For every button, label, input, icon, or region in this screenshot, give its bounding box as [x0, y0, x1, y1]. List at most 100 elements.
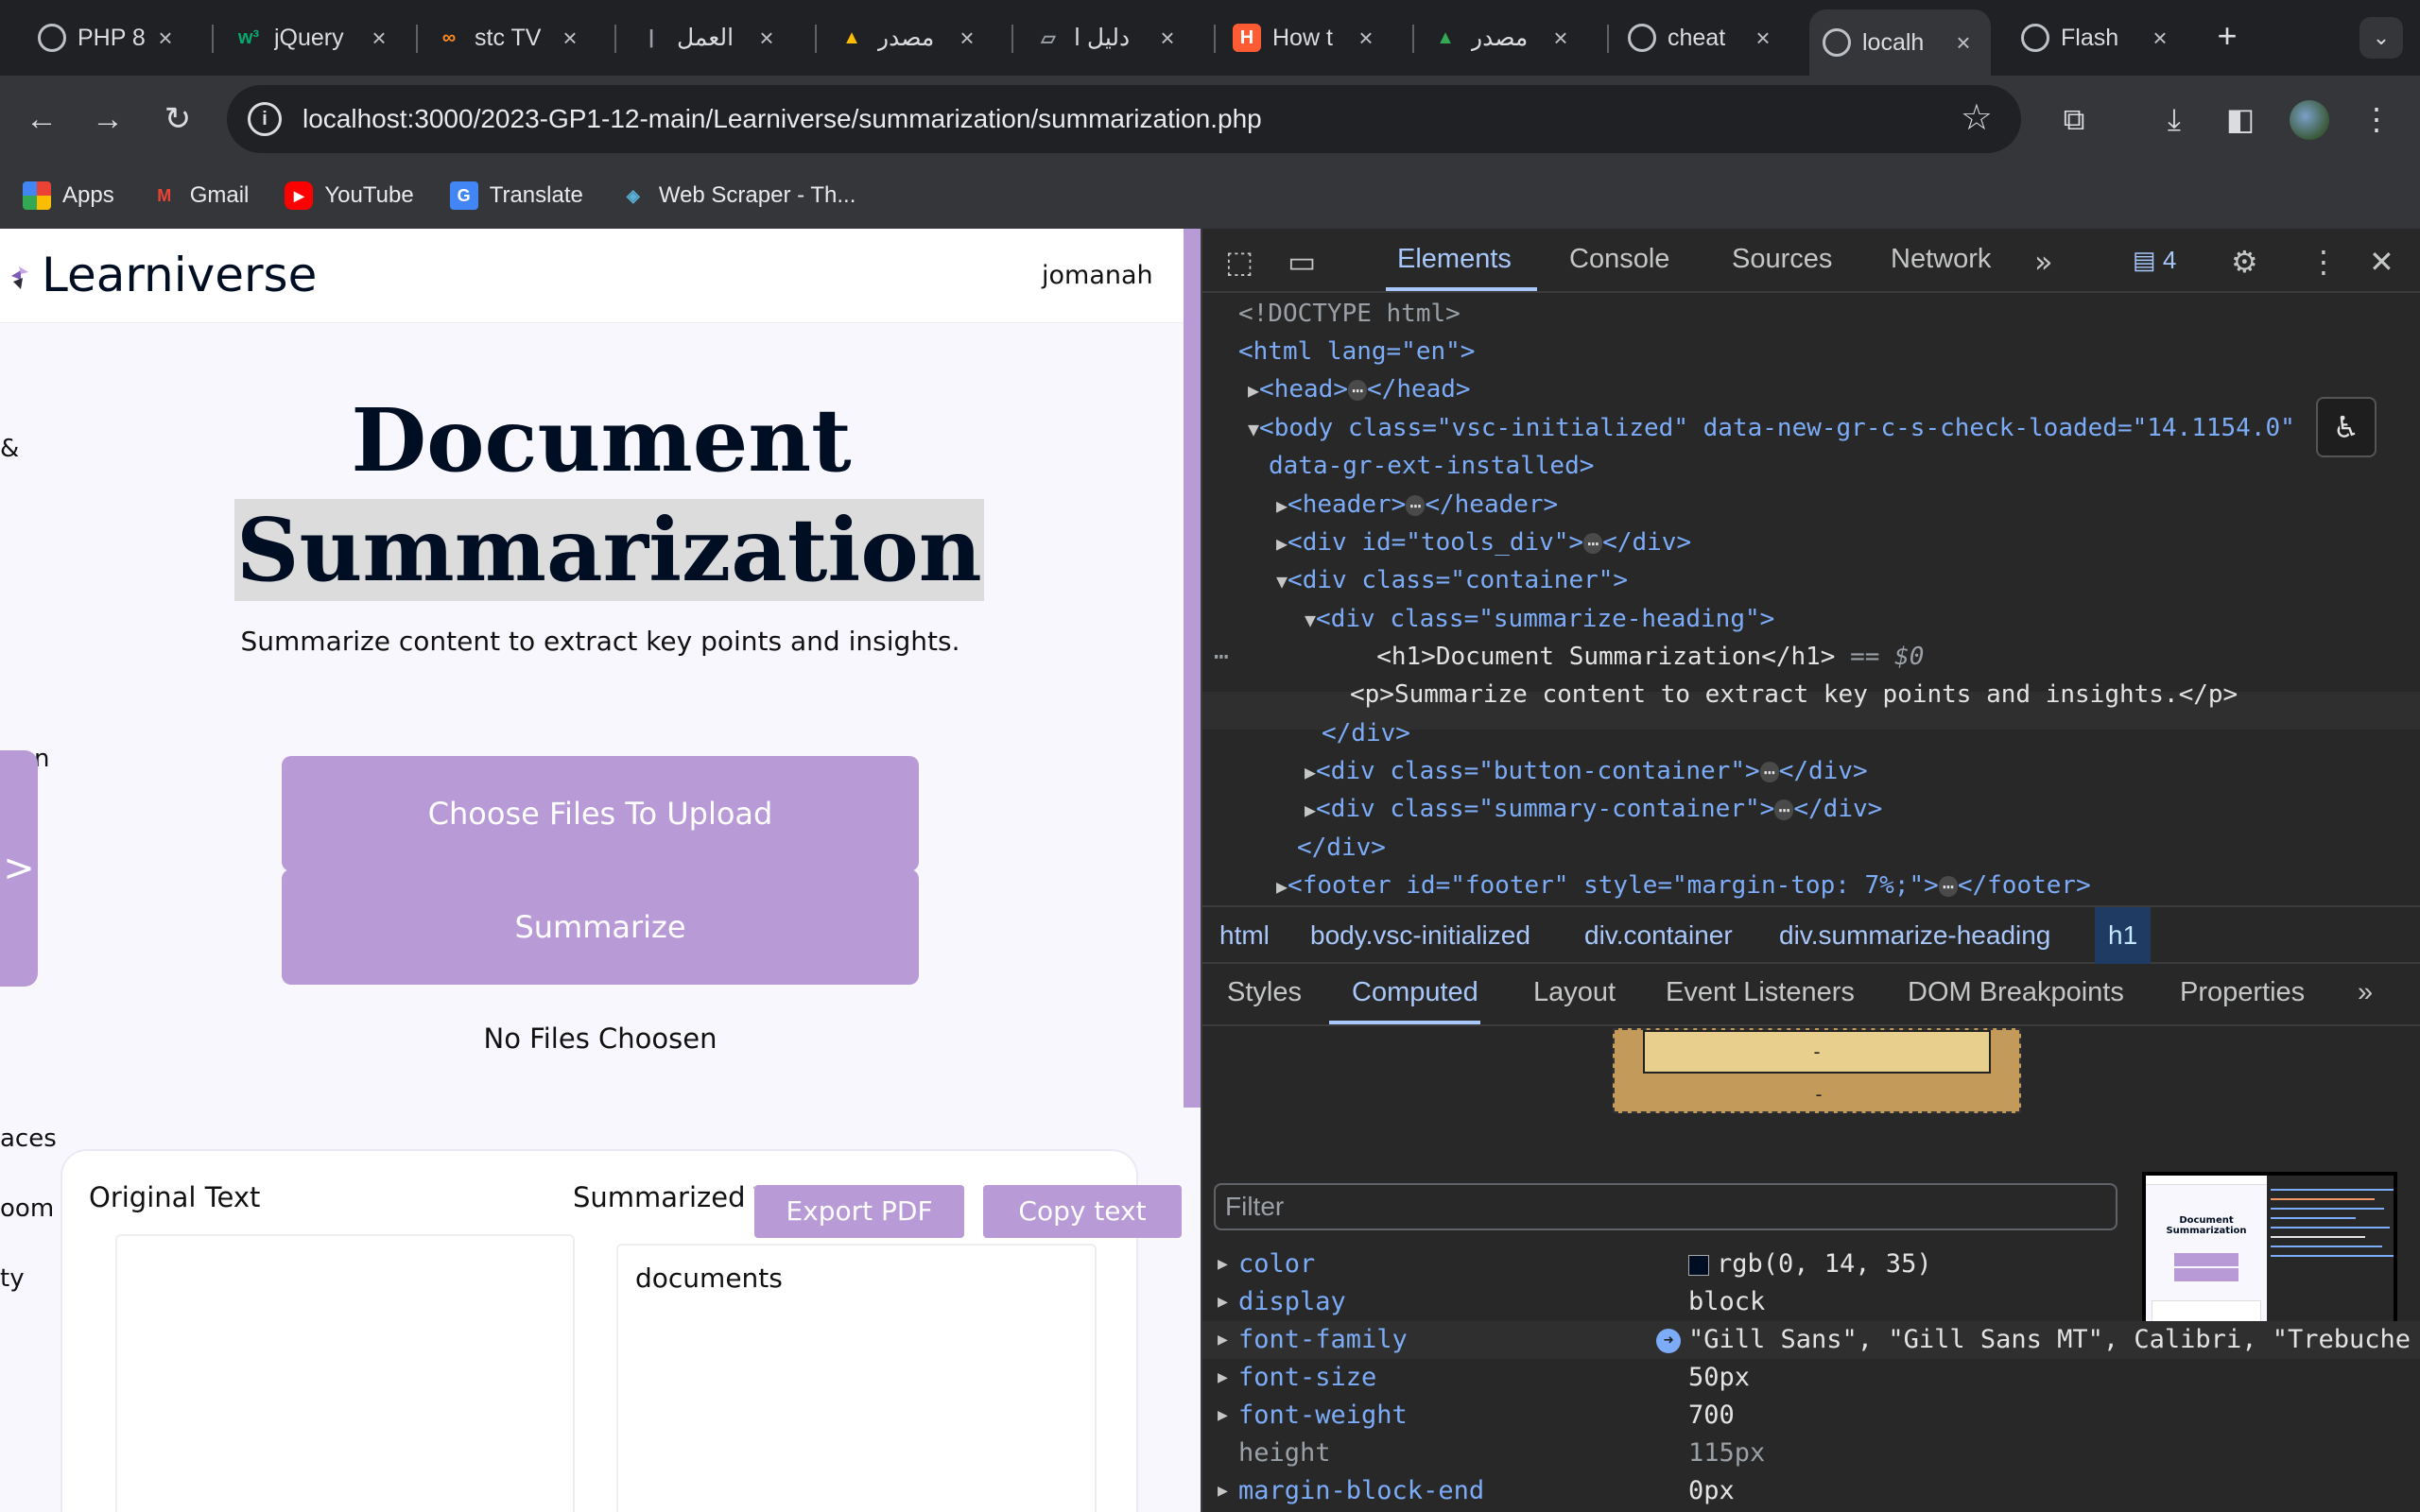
- dom-line[interactable]: ▶<div class="summary-container"> ⋯ </div>: [1305, 790, 1882, 828]
- bookmark-apps[interactable]: Apps: [23, 181, 114, 210]
- computed-property-row[interactable]: ▶ color rgb(0, 14, 35): [1202, 1246, 2420, 1283]
- tab-jquery[interactable]: w³ jQuery ×: [221, 9, 406, 66]
- breadcrumb-item[interactable]: div.summarize-heading: [1779, 920, 2050, 951]
- sidebar-fragment[interactable]: aces: [0, 1125, 57, 1153]
- issues-badge[interactable]: ▤ 4: [2133, 246, 2176, 275]
- close-icon[interactable]: ×: [2146, 24, 2174, 53]
- sidebar-fragment[interactable]: ty: [0, 1264, 25, 1293]
- bookmark-translate[interactable]: G Translate: [449, 181, 583, 210]
- expand-arrow-icon[interactable]: ▶: [1218, 1283, 1228, 1321]
- computed-property-row[interactable]: ▶ margin-block-end 0px: [1202, 1472, 2420, 1510]
- reload-icon[interactable]: ↻: [155, 96, 200, 142]
- profile-avatar[interactable]: [2290, 100, 2329, 140]
- summarize-button[interactable]: Summarize: [282, 869, 919, 985]
- close-icon[interactable]: ×: [1352, 24, 1380, 53]
- breadcrumb-item[interactable]: html: [1219, 920, 1270, 951]
- dom-line[interactable]: <html lang="en">: [1238, 333, 1475, 370]
- dom-line[interactable]: <p>Summarize content to extract key poin…: [1350, 676, 2238, 713]
- tab-flash[interactable]: Flash ×: [2008, 9, 2187, 66]
- address-bar[interactable]: i localhost:3000/2023-GP1-12-main/Learni…: [227, 85, 2021, 153]
- user-name[interactable]: jomanah: [1042, 261, 1153, 290]
- computed-property-row[interactable]: height 115px: [1202, 1435, 2420, 1472]
- close-icon[interactable]: ×: [953, 24, 981, 53]
- computed-property-row[interactable]: ▶ font-weight 700: [1202, 1397, 2420, 1435]
- tab-stc[interactable]: ∞ stc TV ×: [422, 9, 597, 66]
- dom-line[interactable]: <!DOCTYPE html>: [1238, 295, 1461, 333]
- bookmark-gmail[interactable]: M Gmail: [150, 181, 249, 210]
- inspect-element-icon[interactable]: ⬚: [1225, 244, 1253, 280]
- close-icon[interactable]: ×: [556, 24, 584, 53]
- more-tabs-icon[interactable]: »: [2034, 244, 2053, 280]
- close-icon[interactable]: ×: [752, 24, 781, 53]
- dom-line[interactable]: ▼<div class="container">: [1276, 561, 1628, 599]
- site-logo[interactable]: Learniverse: [42, 248, 317, 302]
- selected-dom-line[interactable]: ⋯ <h1>Document Summarization</h1> == $0: [1214, 638, 1924, 676]
- close-icon[interactable]: ×: [1153, 24, 1182, 53]
- breadcrumb-item[interactable]: body.vsc-initialized: [1310, 920, 1530, 951]
- tab-layout[interactable]: Layout: [1533, 977, 1616, 1008]
- tab-guide[interactable]: ▱ دليل ا ×: [1021, 9, 1195, 66]
- tab-console[interactable]: Console: [1569, 244, 1669, 275]
- export-pdf-button[interactable]: Export PDF: [754, 1185, 964, 1238]
- dom-line[interactable]: </div>: [1297, 829, 1386, 867]
- tab-localhost[interactable]: localh ×: [1809, 9, 1991, 76]
- tab-hubspot[interactable]: H How t ×: [1219, 9, 1393, 66]
- choose-files-button[interactable]: Choose Files To Upload: [282, 756, 919, 871]
- close-icon[interactable]: ×: [1547, 24, 1575, 53]
- tab-properties[interactable]: Properties: [2180, 977, 2305, 1008]
- bookmark-star-icon[interactable]: ☆: [1961, 96, 1993, 139]
- close-icon[interactable]: ×: [1949, 28, 1978, 58]
- dom-line[interactable]: ▶<div class="button-container"> ⋯ </div>: [1305, 752, 1868, 790]
- close-devtools-icon[interactable]: ✕: [2369, 244, 2394, 280]
- expand-arrow-icon[interactable]: ▶: [1218, 1397, 1228, 1435]
- device-toolbar-icon[interactable]: ▭: [1288, 244, 1316, 280]
- computed-property-row[interactable]: ▶ font-family ➜ "Gill Sans", "Gill Sans …: [1202, 1321, 2420, 1359]
- dom-line[interactable]: ▼<body class="vsc-initialized" data-new-…: [1248, 409, 2295, 447]
- original-text-area[interactable]: [115, 1234, 575, 1512]
- tab-computed[interactable]: Computed: [1352, 977, 1478, 1008]
- dom-line[interactable]: ▶<footer id="footer" style="margin-top: …: [1276, 867, 2091, 904]
- tab-drive-2[interactable]: ▲ مصدر ×: [1418, 9, 1588, 66]
- dom-line[interactable]: data-gr-ext-installed>: [1269, 447, 1594, 485]
- site-info-icon[interactable]: i: [248, 102, 282, 136]
- filter-input[interactable]: Filter: [1214, 1183, 2118, 1230]
- close-icon[interactable]: ×: [365, 24, 393, 53]
- close-icon[interactable]: ×: [151, 24, 180, 53]
- bookmark-web-scraper[interactable]: ◈ Web Scraper - Th...: [619, 181, 856, 210]
- bookmark-youtube[interactable]: ▶ YouTube: [285, 181, 414, 210]
- back-arrow-icon[interactable]: ←: [19, 96, 64, 142]
- summarized-text-area[interactable]: documents: [616, 1244, 1097, 1512]
- tab-dom-breakpoints[interactable]: DOM Breakpoints: [1908, 977, 2124, 1008]
- close-icon[interactable]: ×: [1749, 24, 1777, 53]
- tab-drive-1[interactable]: ▲ مصدر ×: [824, 9, 994, 66]
- sidebar-fragment[interactable]: &: [0, 435, 19, 463]
- computed-property-row[interactable]: ▶ display block: [1202, 1283, 2420, 1321]
- tab-work[interactable]: | العمل ×: [624, 9, 794, 66]
- dom-line[interactable]: ▼<div class="summarize-heading">: [1305, 600, 1774, 638]
- accessibility-tree-icon[interactable]: ♿: [2316, 397, 2377, 457]
- dom-line[interactable]: </div>: [1322, 714, 1410, 752]
- dom-line[interactable]: ▶<head> ⋯ </head>: [1248, 370, 1471, 408]
- tab-elements[interactable]: Elements: [1397, 244, 1512, 275]
- sidebar-toggle-button[interactable]: >: [0, 750, 38, 987]
- page-scrollbar[interactable]: [1184, 229, 1201, 1108]
- extensions-icon[interactable]: ⧉: [2051, 96, 2097, 142]
- forward-arrow-icon[interactable]: →: [85, 96, 130, 142]
- devtools-menu-icon[interactable]: ⋮: [2308, 244, 2339, 280]
- side-panel-icon[interactable]: ◧: [2218, 96, 2263, 142]
- tab-php[interactable]: PHP 8 ×: [25, 9, 193, 66]
- go-to-definition-icon[interactable]: ➜: [1656, 1329, 1681, 1353]
- sidebar-fragment[interactable]: oom: [0, 1194, 54, 1223]
- breadcrumb-item[interactable]: div.container: [1584, 920, 1733, 951]
- expand-arrow-icon[interactable]: ▶: [1218, 1321, 1228, 1359]
- tab-styles[interactable]: Styles: [1227, 977, 1302, 1008]
- dom-line[interactable]: ▶<header> ⋯ </header>: [1276, 486, 1558, 524]
- expand-arrow-icon[interactable]: ▶: [1218, 1472, 1228, 1510]
- dom-line[interactable]: ▶<div id="tools_div"> ⋯ </div>: [1276, 524, 1691, 561]
- expand-arrow-icon[interactable]: ▶: [1218, 1359, 1228, 1397]
- breadcrumb-item-current[interactable]: h1: [2095, 907, 2152, 964]
- copy-text-button[interactable]: Copy text: [983, 1185, 1182, 1238]
- settings-gear-icon[interactable]: ⚙: [2231, 244, 2258, 280]
- tab-sources[interactable]: Sources: [1732, 244, 1832, 275]
- tab-search-button[interactable]: ⌄: [2360, 17, 2403, 59]
